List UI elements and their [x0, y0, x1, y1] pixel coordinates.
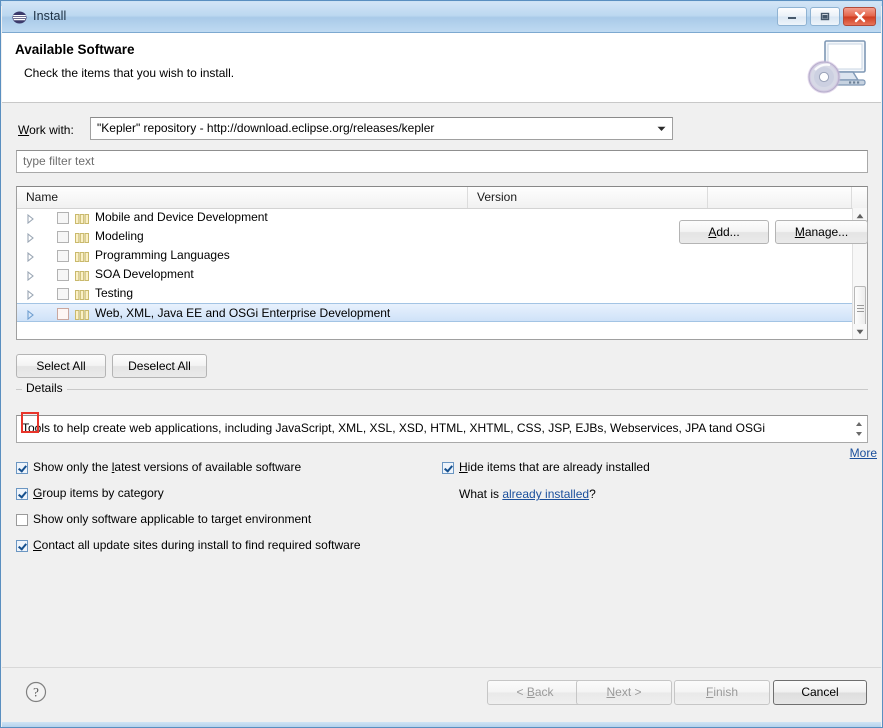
whatis-prefix: What is [459, 487, 503, 501]
dialog-footer: ? < Back Next > Finish Cancel [2, 667, 881, 727]
checkbox-show-latest-versions[interactable] [16, 462, 28, 474]
work-with-label: Work with: [18, 123, 74, 137]
column-header-name[interactable]: Name [17, 187, 468, 208]
wizard-header: Available Software Check the items that … [2, 33, 881, 103]
category-icon [75, 251, 90, 262]
row-label: Mobile and Device Development [95, 210, 268, 224]
filter-placeholder: type filter text [23, 154, 95, 168]
manage-button-mnemonic: M [794, 225, 805, 239]
row-label: SOA Development [95, 267, 194, 281]
close-button[interactable] [843, 7, 876, 26]
title-bar[interactable]: Install [2, 2, 881, 33]
already-installed-link[interactable]: already installed [502, 487, 589, 501]
manage-button-label: anage... [804, 225, 849, 239]
category-icon [75, 232, 90, 243]
row-label: Programming Languages [95, 248, 230, 262]
details-text: Tools to help create web applications, i… [22, 421, 765, 435]
whatis-suffix: ? [589, 487, 596, 501]
option-label: Show only software applicable to target … [33, 512, 312, 526]
row-checkbox[interactable] [57, 231, 69, 243]
filter-input[interactable]: type filter text [16, 150, 868, 173]
work-with-combo[interactable]: "Kepler" repository - http://download.ec… [90, 117, 673, 140]
table-row[interactable]: SOA Development [17, 265, 853, 284]
option-label: Contact all update sites during install … [33, 538, 361, 552]
what-is-already-installed: What is already installed? [459, 487, 596, 501]
software-tree[interactable]: Name Version Mobile and Device Developme… [16, 186, 868, 340]
select-all-button[interactable]: Select All [16, 354, 106, 378]
option-label: Hide items that are already installed [459, 460, 650, 474]
checkbox-hide-installed[interactable] [442, 462, 454, 474]
row-checkbox[interactable] [57, 250, 69, 262]
details-group: Details Tools to help create web applica… [16, 381, 868, 449]
scroll-down-icon[interactable] [853, 324, 867, 339]
work-with-label-mnemonic: W [18, 123, 30, 137]
more-link[interactable]: More [850, 446, 877, 460]
maximize-button[interactable] [810, 7, 840, 26]
expand-arrow-icon[interactable] [26, 232, 35, 244]
window-title: Install [33, 9, 67, 23]
option-label: Group items by category [33, 486, 164, 500]
row-checkbox[interactable] [57, 288, 69, 300]
minimize-button[interactable] [777, 7, 807, 26]
manage-repositories-button[interactable]: Manage... [775, 220, 868, 244]
computer-disc-icon [803, 37, 869, 99]
row-label: Web, XML, Java EE and OSGi Enterprise De… [95, 306, 391, 320]
add-repository-button[interactable]: Add... [679, 220, 769, 244]
install-dialog-window: Install Available Software Check the ite… [0, 0, 883, 728]
checkbox-target-environment[interactable] [16, 514, 28, 526]
table-row-selected[interactable]: Web, XML, Java EE and OSGi Enterprise De… [17, 303, 853, 322]
category-icon [75, 309, 90, 320]
expand-arrow-icon[interactable] [26, 309, 35, 321]
row-label: Testing [95, 286, 134, 300]
finish-button[interactable]: Finish [674, 680, 770, 705]
deselect-all-button[interactable]: Deselect All [112, 354, 207, 378]
work-with-label-rest: ork with: [29, 123, 74, 137]
row-label: Modeling [95, 229, 144, 243]
dialog-body: Work with: "Kepler" repository - http://… [2, 103, 881, 667]
checkbox-group-by-category[interactable] [16, 488, 28, 500]
details-separator [16, 389, 868, 390]
annotation-highlight-box [21, 412, 39, 433]
details-group-label: Details [22, 381, 67, 395]
page-subtitle: Check the items that you wish to install… [24, 66, 235, 80]
eclipse-icon [12, 10, 27, 25]
help-icon[interactable]: ? [24, 680, 48, 704]
option-label: Show only the latest versions of availab… [33, 460, 302, 474]
work-with-value: "Kepler" repository - http://download.ec… [97, 121, 435, 135]
page-title: Available Software [15, 42, 135, 57]
row-checkbox[interactable] [57, 308, 69, 320]
row-checkbox[interactable] [57, 212, 69, 224]
expand-arrow-icon[interactable] [26, 251, 35, 263]
expand-arrow-icon[interactable] [26, 213, 35, 225]
category-icon [75, 289, 90, 300]
svg-text:?: ? [33, 685, 39, 700]
cancel-button[interactable]: Cancel [773, 680, 867, 705]
row-checkbox[interactable] [57, 269, 69, 281]
back-button[interactable]: < Back [487, 680, 583, 705]
window-bottom-edge [2, 722, 881, 727]
details-scroll-spinner[interactable] [852, 417, 866, 441]
column-header-version[interactable]: Version [468, 187, 708, 208]
category-icon [75, 270, 90, 281]
chevron-down-icon[interactable] [651, 119, 671, 138]
expand-arrow-icon[interactable] [26, 270, 35, 282]
checkbox-contact-update-sites[interactable] [16, 540, 28, 552]
table-row[interactable]: Programming Languages [17, 246, 853, 265]
scrollbar-grip [857, 305, 864, 306]
details-textbox[interactable]: Tools to help create web applications, i… [16, 415, 868, 443]
column-header-extra[interactable] [708, 187, 852, 208]
table-row[interactable]: Testing [17, 284, 853, 303]
next-button[interactable]: Next > [576, 680, 672, 705]
add-button-label: dd... [716, 225, 740, 239]
expand-arrow-icon[interactable] [26, 289, 35, 301]
tree-header: Name Version [17, 187, 867, 209]
category-icon [75, 213, 90, 224]
